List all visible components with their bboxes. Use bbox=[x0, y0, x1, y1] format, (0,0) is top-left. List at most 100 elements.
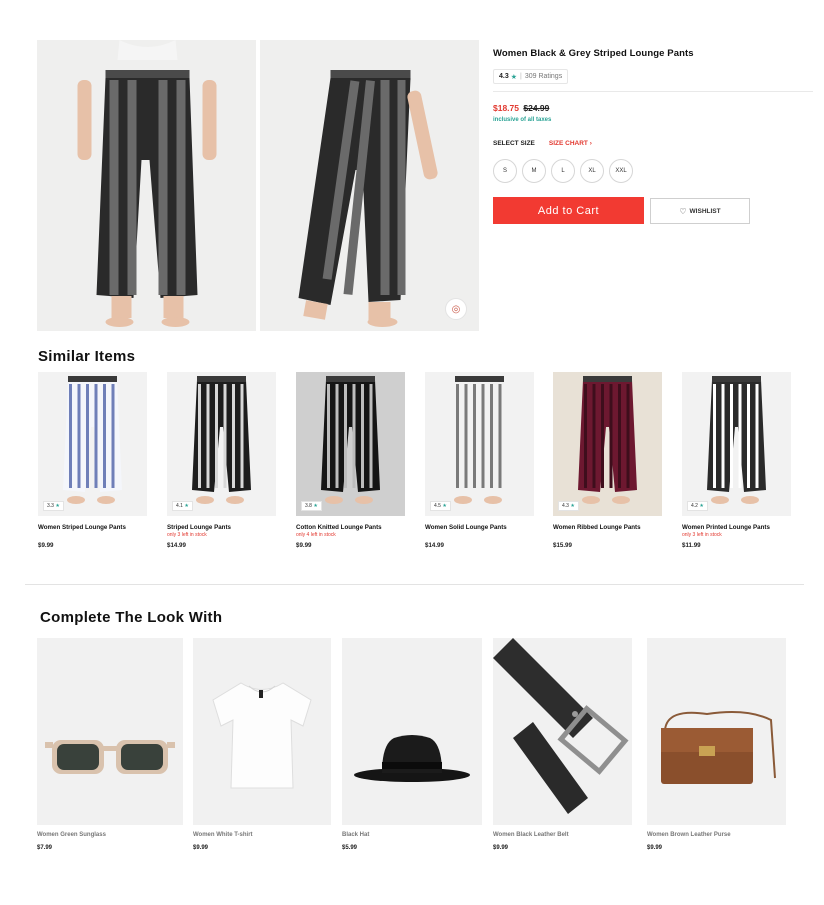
similar-item-card[interactable]: 4.3 ★ Women Ribbed Lounge Pants $15.99 bbox=[553, 372, 662, 549]
look-item-hat[interactable]: Black Hat $5.99 bbox=[342, 638, 482, 851]
similar-item-card[interactable]: 3.3 ★ Women Striped Lounge Pants $9.99 bbox=[38, 372, 147, 549]
similar-item-name[interactable]: Striped Lounge Pants bbox=[167, 524, 276, 531]
similar-item-price: $14.99 bbox=[425, 542, 444, 549]
add-to-cart-button[interactable]: Add to Cart bbox=[493, 197, 644, 224]
similar-items-heading: Similar Items bbox=[38, 348, 136, 365]
product-image-front[interactable] bbox=[37, 40, 256, 331]
look-item-name: Black Hat bbox=[342, 832, 370, 838]
tshirt-icon bbox=[193, 638, 331, 825]
size-option-xxl[interactable]: XXL bbox=[609, 159, 633, 183]
look-item-sunglasses[interactable]: Women Green Sunglass $7.99 bbox=[37, 638, 183, 851]
size-option-xl[interactable]: XL bbox=[580, 159, 604, 183]
ratings-count: 309 Ratings bbox=[524, 73, 563, 80]
look-item-image[interactable] bbox=[37, 638, 183, 825]
price-block: $18.75 $24.99 bbox=[493, 103, 549, 113]
sunglasses-icon bbox=[37, 638, 183, 825]
star-icon: ★ bbox=[313, 503, 318, 509]
wishlist-button[interactable]: ♡ WISHLIST bbox=[650, 198, 750, 224]
similar-item-image[interactable]: 4.3 ★ bbox=[553, 372, 662, 516]
rating-value: 4.3 bbox=[499, 73, 509, 80]
similar-item-card[interactable]: 4.5 ★ Women Solid Lounge Pants $14.99 bbox=[425, 372, 534, 549]
star-icon: ★ bbox=[184, 503, 189, 509]
similar-item-rating: 3.8 ★ bbox=[301, 501, 322, 511]
rating-separator: | bbox=[520, 73, 522, 80]
similar-item-image[interactable]: 4.5 ★ bbox=[425, 372, 534, 516]
similar-item-rating: 4.5 ★ bbox=[430, 501, 451, 511]
look-item-price: $7.99 bbox=[37, 845, 53, 851]
similar-item-price: $14.99 bbox=[167, 542, 186, 549]
taxes-note: inclusive of all taxes bbox=[493, 117, 552, 123]
striped-pants-illustration bbox=[37, 40, 256, 331]
select-size-label: SELECT SIZE bbox=[493, 140, 535, 147]
similar-item-name[interactable]: Women Striped Lounge Pants bbox=[38, 524, 147, 531]
striped-pants-illustration bbox=[578, 376, 637, 504]
size-header: SELECT SIZE SIZE CHART › bbox=[493, 140, 592, 147]
look-item-image[interactable] bbox=[342, 638, 482, 825]
size-chart-link[interactable]: SIZE CHART › bbox=[549, 140, 592, 147]
similar-item-name[interactable]: Women Solid Lounge Pants bbox=[425, 524, 534, 531]
star-icon: ★ bbox=[570, 503, 575, 509]
original-price: $24.99 bbox=[523, 103, 550, 113]
look-item-purse[interactable]: Women Brown Leather Purse $9.99 bbox=[647, 638, 786, 851]
look-item-price: $5.99 bbox=[342, 845, 358, 851]
look-item-tshirt[interactable]: Women White T-shirt $9.99 bbox=[193, 638, 331, 851]
look-item-belt[interactable]: Women Black Leather Belt $9.99 bbox=[493, 638, 632, 851]
look-item-price: $9.99 bbox=[647, 845, 663, 851]
current-price: $18.75 bbox=[493, 103, 519, 113]
similar-item-rating: 4.3 ★ bbox=[558, 501, 579, 511]
star-icon: ★ bbox=[510, 73, 518, 81]
similar-item-name[interactable]: Women Ribbed Lounge Pants bbox=[553, 524, 662, 531]
similar-item-price: $9.99 bbox=[38, 542, 54, 549]
stock-warning: only 3 left in stock bbox=[682, 532, 722, 538]
3d-view-icon[interactable]: ◎ bbox=[445, 298, 467, 320]
look-item-name: Women Brown Leather Purse bbox=[647, 832, 731, 838]
similar-item-rating: 4.1 ★ bbox=[172, 501, 193, 511]
star-icon: ★ bbox=[55, 503, 60, 509]
similar-item-card[interactable]: 3.8 ★ Cotton Knitted Lounge Pants only 4 l… bbox=[296, 372, 405, 549]
striped-pants-illustration bbox=[450, 376, 509, 504]
similar-item-card[interactable]: 4.1 ★ Striped Lounge Pants only 3 left in … bbox=[167, 372, 276, 549]
striped-pants-illustration bbox=[321, 376, 380, 504]
striped-pants-illustration bbox=[707, 376, 766, 504]
purse-icon bbox=[647, 638, 786, 825]
star-icon: ★ bbox=[442, 503, 447, 509]
similar-item-rating: 3.3 ★ bbox=[43, 501, 64, 511]
stock-warning: only 4 left in stock bbox=[296, 532, 336, 538]
similar-item-image[interactable]: 3.8 ★ bbox=[296, 372, 405, 516]
similar-item-card[interactable]: 4.2 ★ Women Printed Lounge Pants only 3 le… bbox=[682, 372, 791, 549]
look-item-image[interactable] bbox=[647, 638, 786, 825]
similar-item-price: $15.99 bbox=[553, 542, 572, 549]
size-option-s[interactable]: S bbox=[493, 159, 517, 183]
size-options: S M L XL XXL bbox=[493, 159, 633, 183]
similar-item-image[interactable]: 4.2 ★ bbox=[682, 372, 791, 516]
look-item-name: Women White T-shirt bbox=[193, 832, 253, 838]
star-icon: ★ bbox=[699, 503, 704, 509]
striped-pants-illustration bbox=[192, 376, 251, 504]
product-info-panel: Women Black & Grey Striped Lounge Pants … bbox=[493, 48, 813, 224]
look-item-name: Women Green Sunglass bbox=[37, 832, 106, 838]
size-option-m[interactable]: M bbox=[522, 159, 546, 183]
striped-pants-illustration bbox=[63, 376, 122, 504]
section-divider bbox=[25, 584, 804, 585]
similar-item-image[interactable]: 3.3 ★ bbox=[38, 372, 147, 516]
stock-warning: only 3 left in stock bbox=[167, 532, 207, 538]
complete-look-heading: Complete The Look With bbox=[40, 609, 223, 626]
similar-item-rating: 4.2 ★ bbox=[687, 501, 708, 511]
belt-icon bbox=[493, 638, 632, 825]
similar-item-image[interactable]: 4.1 ★ bbox=[167, 372, 276, 516]
product-image-side[interactable]: ◎ bbox=[260, 40, 479, 331]
product-title: Women Black & Grey Striped Lounge Pants bbox=[493, 48, 694, 59]
striped-pants-illustration bbox=[260, 40, 479, 331]
similar-item-name[interactable]: Cotton Knitted Lounge Pants bbox=[296, 524, 405, 531]
heart-icon: ♡ bbox=[679, 206, 687, 216]
look-item-price: $9.99 bbox=[193, 845, 209, 851]
look-item-price: $9.99 bbox=[493, 845, 509, 851]
look-item-image[interactable] bbox=[193, 638, 331, 825]
similar-item-price: $9.99 bbox=[296, 542, 312, 549]
look-item-name: Women Black Leather Belt bbox=[493, 832, 569, 838]
look-item-image[interactable] bbox=[493, 638, 632, 825]
size-option-l[interactable]: L bbox=[551, 159, 575, 183]
rating-badge[interactable]: 4.3 ★ | 309 Ratings bbox=[493, 69, 569, 84]
similar-item-name[interactable]: Women Printed Lounge Pants bbox=[682, 524, 791, 531]
divider bbox=[493, 91, 813, 92]
